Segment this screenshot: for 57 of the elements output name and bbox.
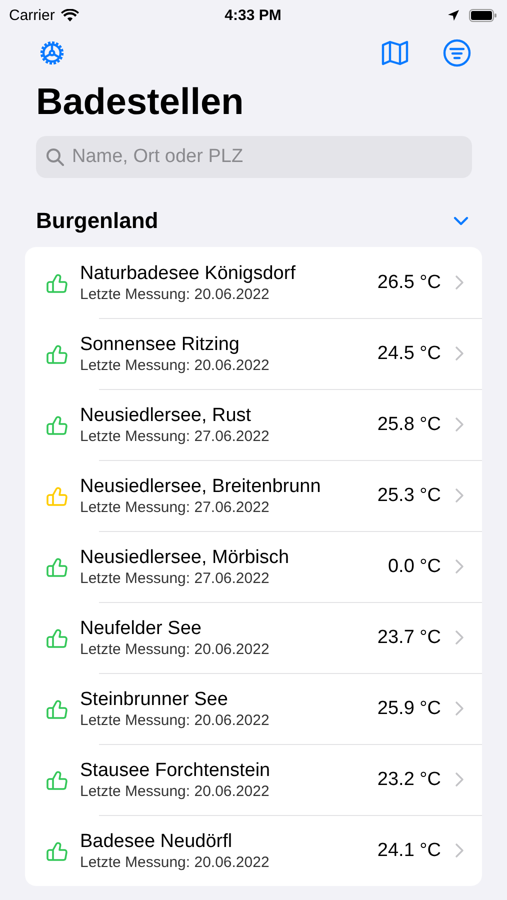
water-temperature: 26.5 °C — [377, 272, 441, 294]
water-temperature: 25.3 °C — [377, 484, 441, 506]
carrier-label: Carrier — [9, 6, 55, 24]
search-field[interactable]: Name, Ort oder PLZ — [36, 136, 472, 178]
chevron-right-icon — [455, 488, 464, 503]
location-arrow-icon — [448, 10, 459, 20]
section-title: Burgenland — [36, 208, 158, 234]
chevron-right-icon — [455, 630, 464, 645]
chevron-right-icon — [455, 275, 464, 290]
bathing-site-name: Stausee Forchtenstein — [80, 760, 272, 782]
water-temperature: 0.0 °C — [388, 556, 441, 578]
list-row[interactable]: Badesee Neudörfl Letzte Messung: 20.06.2022 24.1 °C — [25, 815, 482, 886]
bathing-site-name: Badesee Neudörfl — [80, 830, 234, 852]
list-row[interactable]: Neusiedlersee, Mörbisch Letzte Messung: 27.06.2022 0.0 °C — [25, 531, 482, 602]
chevron-right-icon — [455, 772, 464, 787]
filter-icon[interactable] — [442, 38, 472, 68]
list-row[interactable]: Neusiedlersee, Rust Letzte Messung: 27.06.2022 25.8 °C — [25, 389, 482, 460]
bathing-site-name: Neusiedlersee, Mörbisch — [80, 546, 290, 568]
measurement-date: Letzte Messung: 20.06.2022 — [80, 286, 270, 302]
measurement-date: Letzte Messung: 20.06.2022 — [80, 356, 270, 374]
map-icon[interactable] — [380, 38, 410, 68]
measurement-date: Letzte Messung: 20.06.2022 — [80, 782, 270, 800]
page-title: Badestellen — [36, 80, 245, 124]
bathing-site-name: Naturbadesee Königsdorf — [80, 262, 296, 284]
water-temperature: 25.9 °C — [377, 698, 441, 720]
list-row[interactable]: Naturbadesee Königsdorf Letzte Messung: 20.06.2022 26.5 °C — [25, 247, 482, 318]
status-time: 4:33 PM — [224, 6, 282, 24]
chevron-right-icon — [455, 559, 464, 574]
measurement-date: Letzte Messung: 20.06.2022 — [80, 712, 270, 728]
list-row[interactable]: Neufelder See Letzte Messung: 20.06.2022 23.7 °C — [25, 602, 482, 673]
bathing-site-name: Neusiedlersee, Breitenbrunn — [80, 476, 322, 498]
list-row[interactable]: Stausee Forchtenstein Letzte Messung: 20.06.2022 23.2 °C — [25, 744, 482, 815]
chevron-right-icon — [455, 701, 464, 716]
chevron-right-icon — [455, 417, 464, 432]
list-row[interactable]: Sonnensee Ritzing Letzte Messung: 20.06.2022 24.5 °C — [25, 318, 482, 389]
water-temperature: 25.8 °C — [377, 414, 441, 436]
list-row[interactable]: Neusiedlersee, Breitenbrunn Letzte Messung: 27.06.2022 25.3 °C — [25, 460, 482, 531]
water-temperature: 23.7 °C — [377, 626, 441, 648]
chevron-right-icon — [455, 346, 464, 361]
measurement-date: Letzte Messung: 27.06.2022 — [80, 570, 270, 586]
water-temperature: 23.2 °C — [377, 768, 441, 790]
bathing-site-name: Neufelder See — [80, 618, 202, 640]
bathing-site-name: Sonnensee Ritzing — [80, 334, 240, 356]
water-temperature: 24.5 °C — [377, 342, 441, 364]
wifi-icon — [60, 8, 79, 22]
measurement-date: Letzte Messung: 20.06.2022 — [80, 640, 270, 658]
chevron-icon[interactable] — [453, 216, 469, 226]
water-temperature: 24.1 °C — [377, 840, 441, 862]
bathing-site-name: Steinbrunner See — [80, 688, 229, 710]
list-row[interactable]: Steinbrunner See Letzte Messung: 20.06.2022 25.9 °C — [25, 673, 482, 744]
chevron-right-icon — [455, 843, 464, 858]
search-icon — [46, 148, 64, 166]
battery-icon — [468, 8, 497, 22]
bathing-site-name: Neusiedlersee, Rust — [80, 404, 252, 426]
measurement-date: Letzte Messung: 27.06.2022 — [80, 498, 270, 516]
measurement-date: Letzte Messung: 27.06.2022 — [80, 428, 270, 444]
measurement-date: Letzte Messung: 20.06.2022 — [80, 854, 270, 870]
